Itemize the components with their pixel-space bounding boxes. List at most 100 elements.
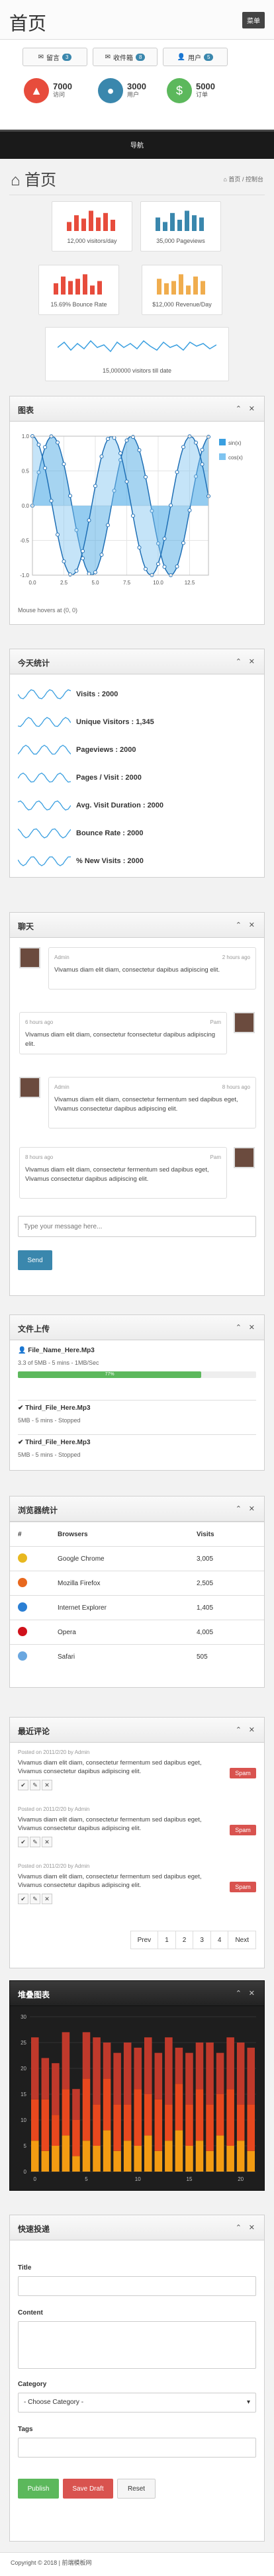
edit-icon[interactable]: ✎ [30, 1894, 40, 1904]
spam-button[interactable]: Spam [230, 1882, 256, 1892]
approve-icon[interactable]: ✔ [18, 1780, 28, 1790]
stacked-bar-segment[interactable] [62, 2032, 70, 2090]
stacked-bar-segment[interactable] [185, 2052, 193, 2105]
stacked-bar-segment[interactable] [185, 2104, 193, 2146]
data-point[interactable] [181, 445, 185, 449]
data-point[interactable] [194, 440, 198, 445]
stacked-bar-segment[interactable] [226, 2146, 234, 2172]
page-link[interactable]: 4 [210, 1931, 229, 1949]
stacked-bar-segment[interactable] [206, 2150, 214, 2172]
stacked-bar-segment[interactable] [175, 2047, 183, 2084]
stacked-bar-segment[interactable] [62, 2135, 70, 2172]
data-point[interactable] [156, 562, 160, 567]
stacked-bar-segment[interactable] [103, 2043, 111, 2079]
stacked-bar-segment[interactable] [185, 2146, 193, 2172]
stacked-bar-segment[interactable] [226, 2037, 234, 2090]
close-icon[interactable]: ✕ [249, 1989, 255, 1998]
data-point[interactable] [87, 571, 91, 576]
content-textarea[interactable] [18, 2321, 256, 2369]
close-icon[interactable]: ✕ [249, 404, 255, 413]
stacked-bar-segment[interactable] [52, 2146, 60, 2172]
data-point[interactable] [124, 479, 129, 484]
stacked-bar-segment[interactable] [113, 2104, 121, 2151]
data-point[interactable] [99, 553, 104, 557]
save-draft-button[interactable]: Save Draft [63, 2479, 113, 2499]
stacked-bar-segment[interactable] [144, 2037, 152, 2094]
stacked-bar-segment[interactable] [103, 2130, 111, 2172]
logo[interactable]: 首页 [9, 9, 46, 36]
stacked-bar-segment[interactable] [236, 2043, 245, 2105]
quickstat-bounce[interactable]: 15.69% Bounce Rate [38, 265, 119, 315]
chevron-up-icon[interactable]: ⌃ [236, 1323, 242, 1332]
stacked-bar-segment[interactable] [113, 2052, 121, 2105]
stacked-bar-segment[interactable] [41, 2099, 50, 2151]
stacked-bar-segment[interactable] [154, 2099, 163, 2151]
stacked-bar-segment[interactable] [134, 2089, 142, 2146]
stacked-bar-segment[interactable] [247, 2150, 255, 2172]
data-point[interactable] [131, 435, 135, 439]
stat-orders[interactable]: $ 5000 订单 [167, 78, 215, 103]
stacked-bar-segment[interactable] [134, 2047, 142, 2090]
stacked-bar-segment[interactable] [93, 2104, 101, 2146]
close-icon[interactable]: ✕ [249, 657, 255, 666]
stacked-bar-segment[interactable] [123, 2104, 132, 2141]
data-point[interactable] [144, 475, 148, 479]
stacked-bar-segment[interactable] [144, 2135, 152, 2172]
stacked-bar-segment[interactable] [72, 2120, 80, 2156]
stacked-bar-segment[interactable] [195, 2043, 204, 2090]
chevron-up-icon[interactable]: ⌃ [236, 657, 242, 666]
reset-button[interactable]: Reset [117, 2479, 156, 2499]
data-point[interactable] [175, 564, 179, 569]
delete-icon[interactable]: ✕ [42, 1837, 52, 1847]
stacked-bar-segment[interactable] [82, 2078, 91, 2141]
data-point[interactable] [56, 440, 60, 445]
data-point[interactable] [93, 570, 97, 575]
stacked-bar-segment[interactable] [154, 2052, 163, 2099]
page-next[interactable]: Next [228, 1931, 256, 1949]
data-point[interactable] [68, 572, 72, 576]
data-point[interactable] [181, 541, 185, 545]
data-point[interactable] [81, 549, 85, 553]
data-point[interactable] [36, 442, 41, 447]
stat-users[interactable]: ● 3000 用户 [98, 78, 146, 103]
page-link[interactable]: 3 [193, 1931, 211, 1949]
table-row[interactable]: Safari 505 [10, 1644, 264, 1669]
stacked-bar-segment[interactable] [175, 2084, 183, 2131]
stacked-bar-segment[interactable] [226, 2089, 234, 2146]
edit-icon[interactable]: ✎ [30, 1780, 40, 1790]
tags-input[interactable] [18, 2438, 256, 2458]
data-point[interactable] [93, 484, 97, 488]
data-point[interactable] [106, 523, 110, 528]
data-point[interactable] [162, 536, 167, 541]
close-icon[interactable]: ✕ [249, 1323, 255, 1332]
data-point[interactable] [137, 448, 142, 453]
delete-icon[interactable]: ✕ [42, 1894, 52, 1904]
data-point[interactable] [56, 532, 60, 537]
data-point[interactable] [118, 451, 122, 455]
chevron-up-icon[interactable]: ⌃ [236, 1725, 242, 1734]
page-link[interactable]: 2 [175, 1931, 194, 1949]
data-point[interactable] [169, 503, 173, 508]
stacked-bar-segment[interactable] [103, 2078, 111, 2131]
stacked-bar-segment[interactable] [165, 2140, 173, 2172]
messages-button[interactable]: ✉ 留言 3 [23, 48, 87, 66]
stacked-bar-segment[interactable] [31, 2037, 39, 2099]
quickstat-total[interactable]: 15,000000 visitors till date [45, 327, 229, 381]
users-button[interactable]: 👤 用户 5 [163, 48, 228, 66]
stacked-bar-segment[interactable] [82, 2032, 91, 2079]
stacked-bar-segment[interactable] [144, 2094, 152, 2136]
stacked-bar-segment[interactable] [123, 2043, 132, 2105]
data-point[interactable] [62, 462, 66, 467]
delete-icon[interactable]: ✕ [42, 1780, 52, 1790]
stacked-bar-segment[interactable] [93, 2037, 101, 2105]
send-button[interactable]: Send [18, 1250, 52, 1270]
approve-icon[interactable]: ✔ [18, 1837, 28, 1847]
stacked-bar-segment[interactable] [41, 2150, 50, 2172]
data-point[interactable] [68, 494, 72, 498]
close-icon[interactable]: ✕ [249, 1504, 255, 1513]
stacked-bar-segment[interactable] [206, 2043, 214, 2105]
stacked-bar-segment[interactable] [134, 2146, 142, 2172]
data-point[interactable] [87, 518, 91, 523]
data-point[interactable] [49, 498, 54, 503]
page-prev[interactable]: Prev [130, 1931, 159, 1949]
